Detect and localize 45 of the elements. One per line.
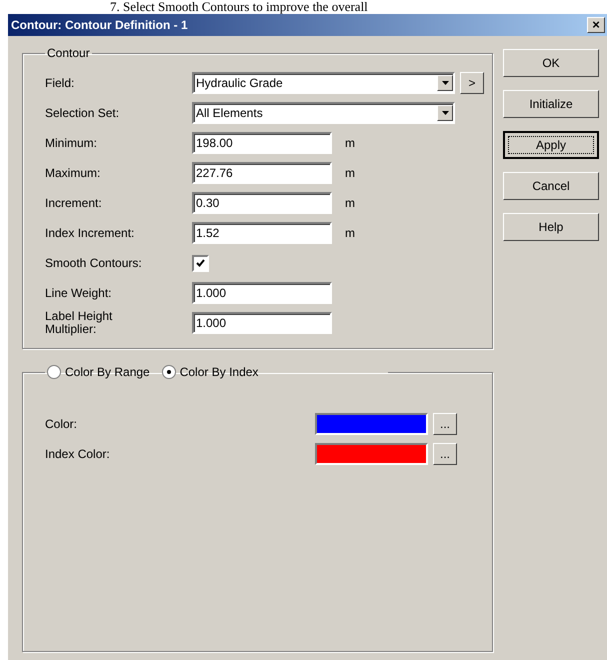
input-field[interactable]: 0.30 bbox=[192, 192, 332, 214]
checkmark-icon bbox=[196, 258, 205, 268]
dropdown-arrow-icon bbox=[442, 81, 448, 85]
dropdown-arrow-icon bbox=[442, 111, 448, 115]
field-label: Line Weight: bbox=[45, 286, 112, 300]
unit-label: m bbox=[345, 196, 355, 210]
dialog-button[interactable]: Apply bbox=[503, 131, 599, 159]
unit-label: m bbox=[345, 166, 355, 180]
input-field[interactable]: 1.000 bbox=[192, 282, 332, 304]
field-label: Selection Set: bbox=[45, 106, 120, 120]
field-label: Color: bbox=[45, 418, 78, 430]
field-label: Increment: bbox=[45, 196, 103, 210]
window-title: Contour: Contour Definition - 1 bbox=[11, 18, 188, 32]
input-field[interactable]: 1.000 bbox=[192, 312, 332, 334]
field-label: Maximum: bbox=[45, 166, 102, 180]
input-field[interactable]: 198.00 bbox=[192, 132, 332, 154]
field-label: Minimum: bbox=[45, 136, 98, 150]
field-label: Index Increment: bbox=[45, 226, 136, 240]
arrow-button[interactable]: > bbox=[460, 72, 484, 94]
radio-button[interactable] bbox=[162, 365, 176, 379]
unit-label: m bbox=[345, 226, 355, 240]
radio-button[interactable] bbox=[47, 365, 61, 379]
field-label: Label Height Multiplier: bbox=[45, 310, 114, 336]
unit-label: m bbox=[345, 136, 355, 150]
input-field[interactable]: 227.76 bbox=[192, 162, 332, 184]
field-label: Smooth Contours: bbox=[45, 256, 143, 270]
color-swatch[interactable] bbox=[315, 443, 428, 465]
dialog-button[interactable]: Initialize bbox=[503, 90, 599, 118]
dialog-button[interactable]: Cancel bbox=[503, 172, 599, 200]
dialog-button[interactable]: Help bbox=[503, 213, 599, 241]
field-label: Field: bbox=[45, 76, 76, 90]
radio-label[interactable]: Color By Index bbox=[180, 365, 258, 379]
dropdown-field[interactable]: All Elements bbox=[192, 102, 455, 124]
browse-button[interactable]: ... bbox=[433, 443, 457, 465]
color-swatch[interactable] bbox=[315, 413, 428, 435]
dropdown-field[interactable]: Hydraulic Grade bbox=[192, 72, 455, 94]
dialog-button[interactable]: OK bbox=[503, 49, 599, 77]
close-button[interactable]: × bbox=[587, 17, 605, 33]
input-field[interactable]: 1.52 bbox=[192, 222, 332, 244]
document-text: 7. Select Smooth Contours to improve the overall bbox=[110, 0, 368, 14]
checkbox[interactable] bbox=[192, 254, 209, 272]
field-label: Index Color: bbox=[45, 448, 111, 460]
group-title: Contour bbox=[47, 46, 90, 60]
browse-button[interactable]: ... bbox=[433, 413, 457, 435]
radio-label[interactable]: Color By Range bbox=[65, 365, 150, 379]
